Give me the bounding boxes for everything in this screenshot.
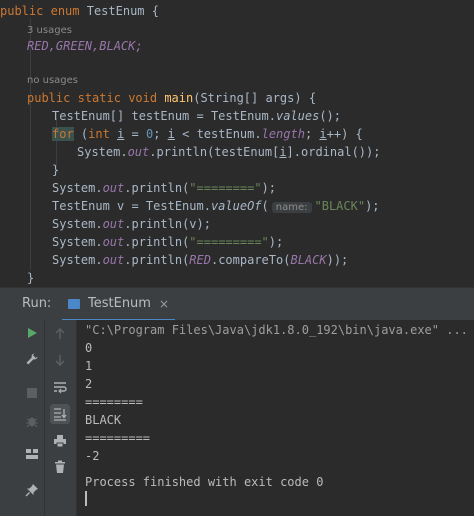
console-command-line: "C:\Program Files\Java\jdk1.8.0_192\bin\… bbox=[85, 323, 468, 337]
indent-guide bbox=[30, 18, 31, 270]
close-tab-icon[interactable]: × bbox=[159, 297, 169, 311]
code-line-values: TestEnum[] testEnum = TestEnum.values(); bbox=[52, 109, 342, 123]
run-toolbar-right bbox=[45, 320, 77, 516]
soft-wrap-icon bbox=[54, 382, 67, 394]
layout-icon bbox=[26, 449, 38, 459]
tab-label: TestEnum bbox=[88, 296, 151, 311]
scroll-to-end-button[interactable] bbox=[50, 404, 70, 424]
console-line: BLACK bbox=[85, 413, 122, 427]
modify-run-config-button[interactable] bbox=[22, 349, 42, 369]
pin-icon bbox=[25, 484, 38, 497]
code-line-valueof: TestEnum v = TestEnum.valueOf(name: "BLAC… bbox=[52, 199, 380, 213]
next-occurrence-button[interactable] bbox=[50, 350, 70, 370]
run-toolbar-left bbox=[0, 320, 45, 516]
code-line-print-ordinal: System.out.println(testEnum[i].ordinal()… bbox=[77, 145, 381, 159]
debug-button[interactable] bbox=[22, 411, 42, 431]
scroll-to-end-icon bbox=[54, 408, 67, 421]
usages-hint[interactable]: 3 usages bbox=[27, 24, 72, 38]
clear-all-button[interactable] bbox=[50, 457, 70, 477]
no-usages-hint: no usages bbox=[27, 75, 79, 86]
code-editor[interactable]: public enum TestEnum { 3 usages RED,GREE… bbox=[0, 0, 474, 287]
console-line: 2 bbox=[85, 377, 93, 391]
text-cursor bbox=[85, 491, 87, 506]
code-line-close-main: } bbox=[27, 271, 35, 285]
console-line: ========= bbox=[85, 431, 151, 445]
print-button[interactable] bbox=[50, 431, 70, 451]
arrow-up-icon bbox=[55, 328, 65, 339]
parameter-name-hint: name: bbox=[271, 202, 312, 213]
code-line-print-v: System.out.println(v); bbox=[52, 217, 211, 231]
code-line-print-separator-1: System.out.println("========"); bbox=[52, 181, 276, 195]
console-exit-message: Process finished with exit code 0 bbox=[85, 475, 324, 489]
code-line-print-separator-2: System.out.println("========="); bbox=[52, 235, 284, 249]
arrow-down-icon bbox=[55, 355, 65, 366]
code-line-for-loop: for (int i = 0; i < testEnum.length; i++… bbox=[52, 127, 363, 141]
stop-icon bbox=[27, 388, 37, 398]
soft-wrap-button[interactable] bbox=[50, 377, 70, 397]
console-line: -2 bbox=[85, 449, 100, 463]
stop-button[interactable] bbox=[22, 383, 42, 403]
trash-icon bbox=[55, 460, 65, 473]
console-line: ======== bbox=[85, 395, 143, 409]
run-config-icon bbox=[68, 298, 82, 310]
run-icon bbox=[28, 328, 37, 338]
code-line-enum-constants: RED,GREEN,BLACK; bbox=[27, 39, 143, 53]
debug-bug-icon bbox=[26, 417, 38, 428]
print-icon bbox=[54, 435, 66, 448]
code-line-enum-declaration: public enum TestEnum { bbox=[0, 4, 159, 18]
previous-occurrence-button[interactable] bbox=[50, 324, 70, 344]
run-label: Run: bbox=[22, 296, 52, 311]
tab-testenum[interactable]: TestEnum × bbox=[62, 288, 176, 322]
console-line: 0 bbox=[85, 341, 93, 355]
console-output[interactable]: "C:\Program Files\Java\jdk1.8.0_192\bin\… bbox=[77, 320, 474, 516]
wrench-icon bbox=[26, 353, 38, 365]
code-line-close-for: } bbox=[52, 163, 60, 177]
restore-layout-button[interactable] bbox=[22, 444, 42, 464]
code-line-compare: System.out.println(RED.compareTo(BLACK))… bbox=[52, 253, 349, 267]
code-line-main-declaration: public static void main(String[] args) { bbox=[27, 91, 317, 105]
pin-tab-button[interactable] bbox=[22, 480, 42, 500]
console-line: 1 bbox=[85, 359, 93, 373]
rerun-button[interactable] bbox=[22, 323, 42, 343]
run-panel-header: Run: TestEnum × bbox=[0, 287, 474, 322]
